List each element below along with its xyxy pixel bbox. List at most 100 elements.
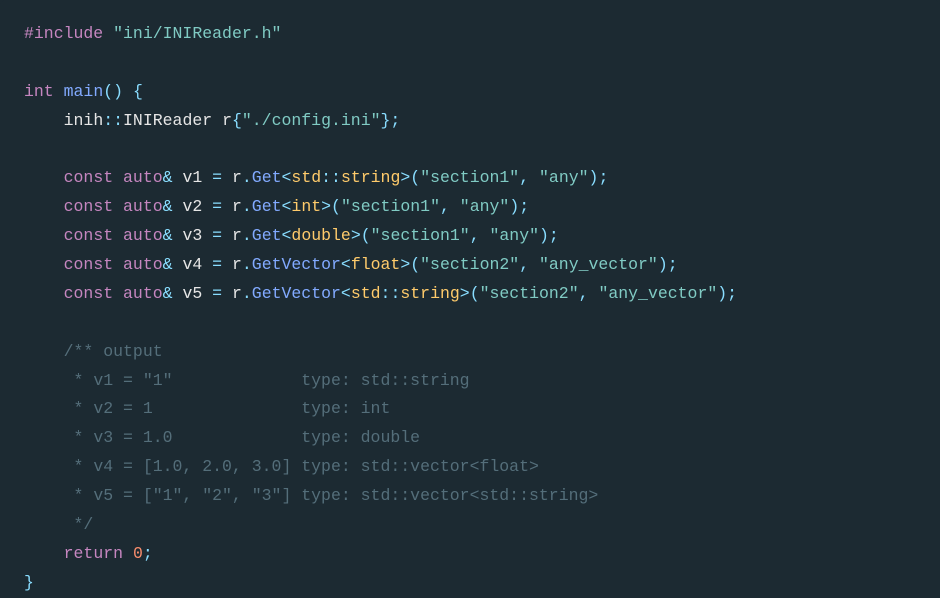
method-getvector: GetVector [252, 284, 341, 303]
function-main: main [64, 82, 104, 101]
type-int: int [291, 197, 321, 216]
paren-close: ) [539, 226, 549, 245]
arg-section: "section2" [420, 255, 519, 274]
brace-open: { [133, 82, 143, 101]
ampersand: & [163, 168, 173, 187]
type-string: string [400, 284, 459, 303]
class-name: INIReader [123, 111, 212, 130]
keyword-auto: auto [123, 284, 163, 303]
code-content: #include "ini/INIReader.h" int main() { … [24, 20, 916, 598]
method-get: Get [252, 168, 282, 187]
arg-key: "any" [490, 226, 540, 245]
angle-open: < [341, 284, 351, 303]
var-v5: v5 [182, 284, 202, 303]
paren-open: ( [361, 226, 371, 245]
comma: , [579, 284, 589, 303]
string-config: "./config.ini" [242, 111, 381, 130]
method-get: Get [252, 197, 282, 216]
var-r: r [222, 111, 232, 130]
var-v3: v3 [182, 226, 202, 245]
var-v1: v1 [182, 168, 202, 187]
dot: . [242, 197, 252, 216]
keyword-const: const [64, 197, 114, 216]
include-path: "ini/INIReader.h" [113, 24, 281, 43]
semicolon: ; [549, 226, 559, 245]
type-string: string [341, 168, 400, 187]
parens: () [103, 82, 123, 101]
semicolon: ; [143, 544, 153, 563]
scope-op: :: [321, 168, 341, 187]
brace-init-open: { [232, 111, 242, 130]
paren-close: ) [658, 255, 668, 274]
arg-section: "section1" [371, 226, 470, 245]
comment-line: * v1 = "1" type: std::string [64, 371, 470, 390]
equals: = [212, 197, 222, 216]
paren-close: ) [589, 168, 599, 187]
ampersand: & [163, 226, 173, 245]
angle-close: > [400, 255, 410, 274]
keyword-const: const [64, 255, 114, 274]
keyword-auto: auto [123, 255, 163, 274]
comma: , [519, 168, 529, 187]
paren-open: ( [331, 197, 341, 216]
comment-line: /** output [64, 342, 163, 361]
code-block: #include "ini/INIReader.h" int main() { … [0, 0, 940, 594]
keyword-const: const [64, 284, 114, 303]
comment-line: * v2 = 1 type: int [64, 399, 391, 418]
angle-close: > [321, 197, 331, 216]
equals: = [212, 168, 222, 187]
angle-close: > [400, 168, 410, 187]
angle-open: < [282, 226, 292, 245]
brace-close: } [24, 573, 34, 592]
paren-open: ( [410, 255, 420, 274]
type-double: double [291, 226, 350, 245]
angle-open: < [282, 197, 292, 216]
obj-r: r [232, 255, 242, 274]
comma: , [470, 226, 480, 245]
equals: = [212, 284, 222, 303]
paren-close: ) [509, 197, 519, 216]
angle-close: > [460, 284, 470, 303]
obj-r: r [232, 168, 242, 187]
semicolon: ; [727, 284, 737, 303]
type-std: std [351, 284, 381, 303]
equals: = [212, 226, 222, 245]
arg-key: "any" [460, 197, 510, 216]
ampersand: & [163, 284, 173, 303]
keyword-const: const [64, 168, 114, 187]
obj-r: r [232, 226, 242, 245]
var-v4: v4 [182, 255, 202, 274]
dot: . [242, 255, 252, 274]
semicolon: ; [668, 255, 678, 274]
brace-init-close: } [381, 111, 391, 130]
semicolon: ; [598, 168, 608, 187]
obj-r: r [232, 284, 242, 303]
arg-section: "section1" [341, 197, 440, 216]
semicolon: ; [390, 111, 400, 130]
comment-line: * v3 = 1.0 type: double [64, 428, 420, 447]
arg-section: "section2" [480, 284, 579, 303]
paren-open: ( [470, 284, 480, 303]
dot: . [242, 226, 252, 245]
comment-line: */ [64, 515, 94, 534]
keyword-auto: auto [123, 197, 163, 216]
angle-open: < [341, 255, 351, 274]
preprocessor-include: #include [24, 24, 103, 43]
arg-key: "any_vector" [539, 255, 658, 274]
keyword-return: return [64, 544, 123, 563]
namespace: inih [64, 111, 104, 130]
dot: . [242, 168, 252, 187]
comment-line: * v4 = [1.0, 2.0, 3.0] type: std::vector… [64, 457, 539, 476]
angle-open: < [282, 168, 292, 187]
keyword-auto: auto [123, 226, 163, 245]
comma: , [519, 255, 529, 274]
obj-r: r [232, 197, 242, 216]
keyword-const: const [64, 226, 114, 245]
comment-line: * v5 = ["1", "2", "3"] type: std::vector… [64, 486, 599, 505]
paren-open: ( [410, 168, 420, 187]
paren-close: ) [717, 284, 727, 303]
method-getvector: GetVector [252, 255, 341, 274]
type-float: float [351, 255, 401, 274]
equals: = [212, 255, 222, 274]
arg-section: "section1" [420, 168, 519, 187]
